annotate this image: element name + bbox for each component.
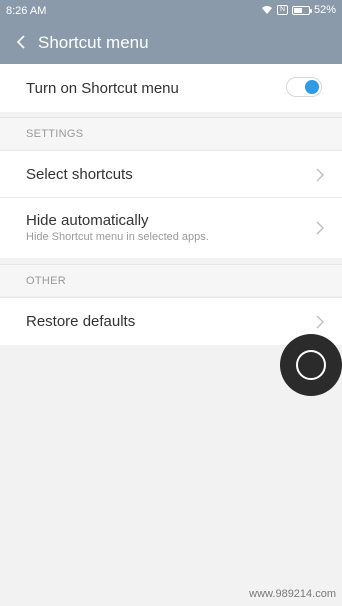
settings-section-header: SETTINGS [0,117,342,149]
other-section-header: OTHER [0,264,342,296]
watermark: www.989214.com [249,588,336,600]
nfc-icon: N [276,5,288,15]
hide-automatically-item[interactable]: Hide automatically Hide Shortcut menu in… [0,197,342,257]
select-shortcuts-item[interactable]: Select shortcuts [0,150,342,197]
page-title: Shortcut menu [38,33,149,52]
circle-icon [296,350,326,380]
wifi-icon [261,6,272,14]
shortcut-menu-floating-button[interactable] [280,334,342,396]
status-bar: 8:26 AM N 52% [0,0,342,22]
back-arrow-icon [17,35,25,49]
battery-icon [291,5,312,15]
chevron-right-icon [316,221,324,235]
restore-defaults-label: Restore defaults [26,313,136,330]
shortcut-menu-toggle[interactable] [286,77,322,97]
hide-automatically-subtitle: Hide Shortcut menu in selected apps. [26,231,209,243]
restore-defaults-item[interactable]: Restore defaults [0,297,342,345]
app-bar: Shortcut menu [0,22,342,64]
chevron-right-icon [316,315,324,329]
toggle-knob [305,80,319,94]
back-button[interactable] [12,32,30,52]
other-list: Restore defaults [0,297,342,345]
status-icons: N 52% [261,4,336,16]
main-toggle-row[interactable]: Turn on Shortcut menu [0,64,342,112]
main-toggle-label: Turn on Shortcut menu [26,80,179,97]
battery-percent: 52% [313,4,336,16]
chevron-right-icon [316,168,324,182]
settings-header-label: SETTINGS [26,128,84,140]
other-header-label: OTHER [26,275,66,287]
status-time: 8:26 AM [6,5,47,17]
select-shortcuts-label: Select shortcuts [26,166,133,183]
hide-automatically-label: Hide automatically [26,212,149,229]
settings-list: Select shortcuts Hide automatically Hide… [0,150,342,258]
